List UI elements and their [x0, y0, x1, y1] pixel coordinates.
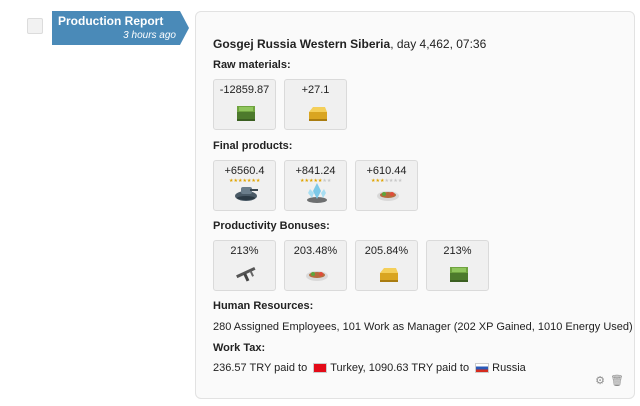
bonus-item: 205.84%	[355, 240, 418, 291]
final-product-item: +6560.4 ★★★★★★★	[213, 160, 276, 211]
bonus-item: 203.48%	[284, 240, 347, 291]
final-products-list: +6560.4 ★★★★★★★ +841.24 ★★★★★★★ +610.44 …	[213, 160, 426, 211]
work-tax-text: 236.57 TRY paid to Turkey, 1090.63 TRY p…	[213, 362, 526, 374]
gears-icon[interactable]: ⚙	[595, 374, 605, 387]
country-link-turkey[interactable]: Turkey	[330, 362, 362, 374]
work-tax-part1: 236.57 TRY paid to	[213, 362, 308, 374]
moving-ticket-icon	[304, 181, 330, 205]
weapon-icon	[233, 261, 259, 285]
report-card: Gosgej Russia Western Siberia, day 4,462…	[195, 11, 635, 399]
raw-material-value: +27.1	[301, 84, 330, 96]
raw-material-value: -12859.87	[219, 84, 270, 96]
day-time: , day 4,462, 07:36	[390, 37, 487, 51]
trash-icon[interactable]: 🗑	[610, 374, 624, 387]
money-icon	[233, 100, 259, 124]
work-tax-part2: , 1090.63 TRY paid to	[362, 362, 470, 374]
human-resources-text: 280 Assigned Employees, 101 Work as Mana…	[213, 321, 633, 333]
bonus-item: 213%	[213, 240, 276, 291]
bonus-value: 213%	[230, 245, 259, 257]
report-label: Production Report	[58, 14, 164, 28]
company-link[interactable]: Gosgej Russia Western Siberia	[213, 37, 390, 51]
final-product-value: +841.24	[295, 165, 336, 177]
bonus-value: 213%	[443, 245, 472, 257]
final-products-heading: Final products:	[213, 140, 293, 152]
card-tools: ⚙ 🗑	[595, 374, 624, 387]
gold-icon	[375, 261, 401, 285]
money-icon	[446, 261, 472, 285]
report-time: 3 hours ago	[123, 30, 176, 41]
bonus-item: 213%	[426, 240, 489, 291]
report-title: Gosgej Russia Western Siberia, day 4,462…	[213, 37, 486, 51]
final-product-item: +610.44 ★★★★★★★	[355, 160, 418, 211]
bonus-value: 203.48%	[293, 245, 338, 257]
report-tag: Production Report 3 hours ago	[52, 11, 189, 45]
bonus-value: 205.84%	[364, 245, 409, 257]
turkey-flag-icon	[313, 363, 328, 373]
human-resources-heading: Human Resources:	[213, 300, 314, 312]
final-product-item: +841.24 ★★★★★★★	[284, 160, 347, 211]
tank-icon	[233, 181, 259, 205]
russia-flag-icon	[475, 363, 490, 373]
gold-icon	[304, 100, 330, 124]
food-icon	[375, 181, 401, 205]
final-product-value: +6560.4	[224, 165, 265, 177]
country-link-russia[interactable]: Russia	[492, 362, 526, 374]
raw-material-item: +27.1	[284, 79, 347, 130]
raw-materials-list: -12859.87 +27.1	[213, 79, 355, 130]
bonuses-heading: Productivity Bonuses:	[213, 220, 330, 232]
food-icon	[304, 261, 330, 285]
bonuses-list: 213% 203.48% 205.84% 213%	[213, 240, 497, 291]
select-checkbox[interactable]	[27, 18, 43, 34]
final-product-value: +610.44	[366, 165, 407, 177]
raw-material-item: -12859.87	[213, 79, 276, 130]
work-tax-heading: Work Tax:	[213, 342, 266, 354]
raw-materials-heading: Raw materials:	[213, 59, 291, 71]
